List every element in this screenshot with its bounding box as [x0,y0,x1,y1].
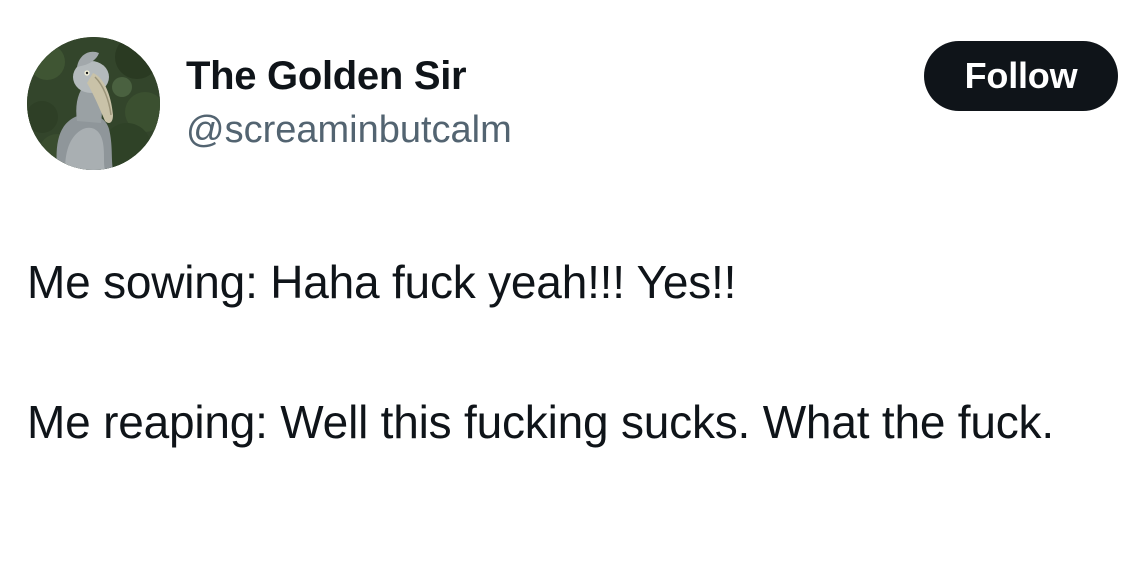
author-handle[interactable]: @screaminbutcalm [186,107,512,153]
tweet-paragraph: Me sowing: Haha fuck yeah!!! Yes!! [27,256,737,308]
tweet-card: The Golden Sir @screaminbutcalm Follow M… [0,0,1125,567]
tweet-body: Me sowing: Haha fuck yeah!!! Yes!! Me re… [27,247,1087,457]
tweet-paragraph: Me reaping: Well this fucking sucks. Wha… [27,396,1054,448]
follow-button[interactable]: Follow [924,41,1118,111]
author-display-name[interactable]: The Golden Sir [186,52,467,100]
shoebill-bird-avatar-icon [27,37,160,170]
avatar[interactable] [27,37,160,170]
